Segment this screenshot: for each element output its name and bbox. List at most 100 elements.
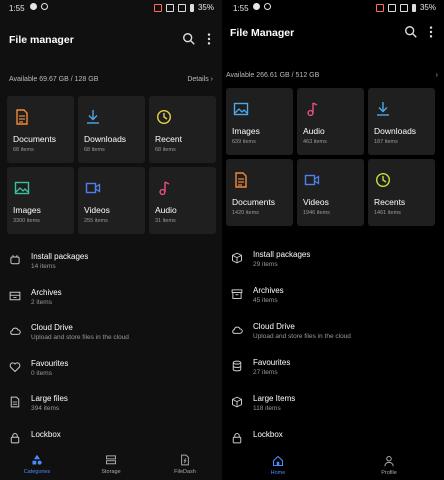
download-icon xyxy=(87,110,99,124)
list-item-title: Archives xyxy=(31,288,62,297)
nav-label: Profile xyxy=(381,470,397,476)
list-item-title: Large Items xyxy=(253,394,296,403)
list-item-install-packages[interactable]: Install packages 14 items xyxy=(0,250,222,282)
tile-images[interactable]: Images 639 items xyxy=(226,88,293,155)
nav-storage[interactable]: Storage xyxy=(83,454,139,475)
nav-label: Storage xyxy=(101,469,121,475)
battery-icon xyxy=(189,3,194,12)
cast-icon xyxy=(375,3,384,12)
file-icon xyxy=(10,396,20,408)
package-icon xyxy=(10,254,20,265)
tile-count: 639 items xyxy=(232,139,256,145)
cloud-icon xyxy=(232,326,243,334)
notification-icon xyxy=(264,3,271,10)
nav-profile[interactable]: Profile xyxy=(361,455,417,476)
tile-count: 68 items xyxy=(84,147,105,153)
list-item-title: Cloud Drive xyxy=(31,323,73,332)
tile-documents[interactable]: Documents 1420 items xyxy=(226,159,293,226)
more-options-icon[interactable] xyxy=(202,32,216,46)
list-item-subtitle: 0 items xyxy=(31,370,52,377)
tile-label: Images xyxy=(232,126,260,136)
tile-videos[interactable]: Videos 255 items xyxy=(78,167,145,234)
nav-filedash[interactable]: FileDash xyxy=(157,454,213,475)
tile-count: 31 items xyxy=(155,218,176,224)
search-icon[interactable] xyxy=(404,25,418,39)
tile-label: Images xyxy=(13,205,41,215)
more-options-icon[interactable] xyxy=(424,25,438,39)
tile-downloads[interactable]: Downloads 68 items xyxy=(78,96,145,163)
download-icon xyxy=(377,102,389,116)
filedash-icon xyxy=(181,454,189,466)
video-icon xyxy=(304,174,320,186)
list-item-subtitle: 2 items xyxy=(31,299,52,306)
tile-recents[interactable]: Recents 1461 items xyxy=(368,159,435,226)
list-item-title: Install packages xyxy=(31,252,89,261)
list-item-cloud-drive[interactable]: Cloud Drive Upload and store files in th… xyxy=(0,321,222,353)
list-item-favourites[interactable]: Favourites 0 items xyxy=(0,357,222,389)
list-item-subtitle: Upload and store files in the cloud xyxy=(253,333,351,340)
list-item-title: Lockbox xyxy=(253,430,283,439)
profile-icon xyxy=(384,456,394,467)
list-item-install-packages[interactable]: Install packages 29 items xyxy=(222,248,444,280)
bottom-navigation: Categories Storage FileDash xyxy=(0,450,222,480)
nav-home[interactable]: Home xyxy=(250,455,306,476)
notification-icon xyxy=(253,3,260,10)
list-item-title: Large files xyxy=(31,394,68,403)
nav-label: FileDash xyxy=(174,469,196,475)
tile-count: 1946 items xyxy=(303,210,330,216)
tile-count: 463 items xyxy=(303,139,327,145)
lock-icon xyxy=(10,433,20,444)
document-icon xyxy=(235,172,247,188)
tile-recent[interactable]: Recent 68 items xyxy=(149,96,216,163)
status-bar: 1:55 35% xyxy=(0,0,222,18)
tile-images[interactable]: Images 3300 items xyxy=(7,167,74,234)
vibrate-icon xyxy=(387,3,396,12)
music-icon xyxy=(307,102,318,117)
right-screen: 1:55 35% File Manager Available 266.61 G… xyxy=(222,0,444,480)
list-item-subtitle: 45 items xyxy=(253,297,278,304)
category-grid: Documents 68 items Downloads 68 items Re… xyxy=(7,96,216,234)
tile-documents[interactable]: Documents 68 items xyxy=(7,96,74,163)
lock-icon xyxy=(232,433,242,444)
list-item-large-files[interactable]: Large files 394 items xyxy=(0,392,222,424)
list-item-large-items[interactable]: Large Items 118 items xyxy=(222,392,444,424)
nav-categories[interactable]: Categories xyxy=(9,454,65,475)
archive-icon xyxy=(231,289,243,299)
battery-level: 35% xyxy=(197,3,214,12)
storage-summary: Available 69.67 GB / 128 GB Details › xyxy=(9,76,213,83)
search-icon[interactable] xyxy=(182,32,196,46)
list-item-cloud-drive[interactable]: Cloud Drive Upload and store files in th… xyxy=(222,320,444,352)
database-icon xyxy=(232,360,242,372)
battery-level: 35% xyxy=(419,3,436,12)
bottom-navigation: Home Profile xyxy=(222,450,444,480)
list-item-title: Install packages xyxy=(253,250,311,259)
list-item-favourites[interactable]: Favourites 27 items xyxy=(222,356,444,388)
tile-downloads[interactable]: Downloads 187 items xyxy=(368,88,435,155)
list-item-subtitle: 29 items xyxy=(253,261,278,268)
home-icon xyxy=(272,455,284,467)
battery-icon xyxy=(411,3,416,12)
image-icon xyxy=(14,181,30,195)
tile-audio[interactable]: Audio 463 items xyxy=(297,88,364,155)
list-item-archives[interactable]: Archives 2 items xyxy=(0,286,222,318)
tile-audio[interactable]: Audio 31 items xyxy=(149,167,216,234)
page-title: File Manager xyxy=(230,27,295,39)
storage-details-link[interactable]: › xyxy=(436,72,438,79)
left-screen: 1:55 35% File manager Available 69.67 GB… xyxy=(0,0,222,480)
list-item-title: Favourites xyxy=(31,359,69,368)
page-title: File manager xyxy=(9,34,74,46)
wifi-icon xyxy=(177,3,186,12)
tile-videos[interactable]: Videos 1946 items xyxy=(297,159,364,226)
list-item-title: Favourites xyxy=(253,358,291,367)
list-item-title: Cloud Drive xyxy=(253,322,295,331)
list-item-subtitle: 27 items xyxy=(253,369,278,376)
storage-available: Available 266.61 GB / 512 GB xyxy=(226,72,320,79)
storage-details-link[interactable]: Details › xyxy=(187,76,213,83)
tile-label: Audio xyxy=(155,205,177,215)
list-item-archives[interactable]: Archives 45 items xyxy=(222,284,444,316)
tile-count: 68 items xyxy=(13,147,34,153)
archive-icon xyxy=(9,291,21,301)
cast-icon xyxy=(153,3,162,12)
tile-label: Documents xyxy=(13,134,56,144)
list-item-title: Lockbox xyxy=(31,430,61,439)
